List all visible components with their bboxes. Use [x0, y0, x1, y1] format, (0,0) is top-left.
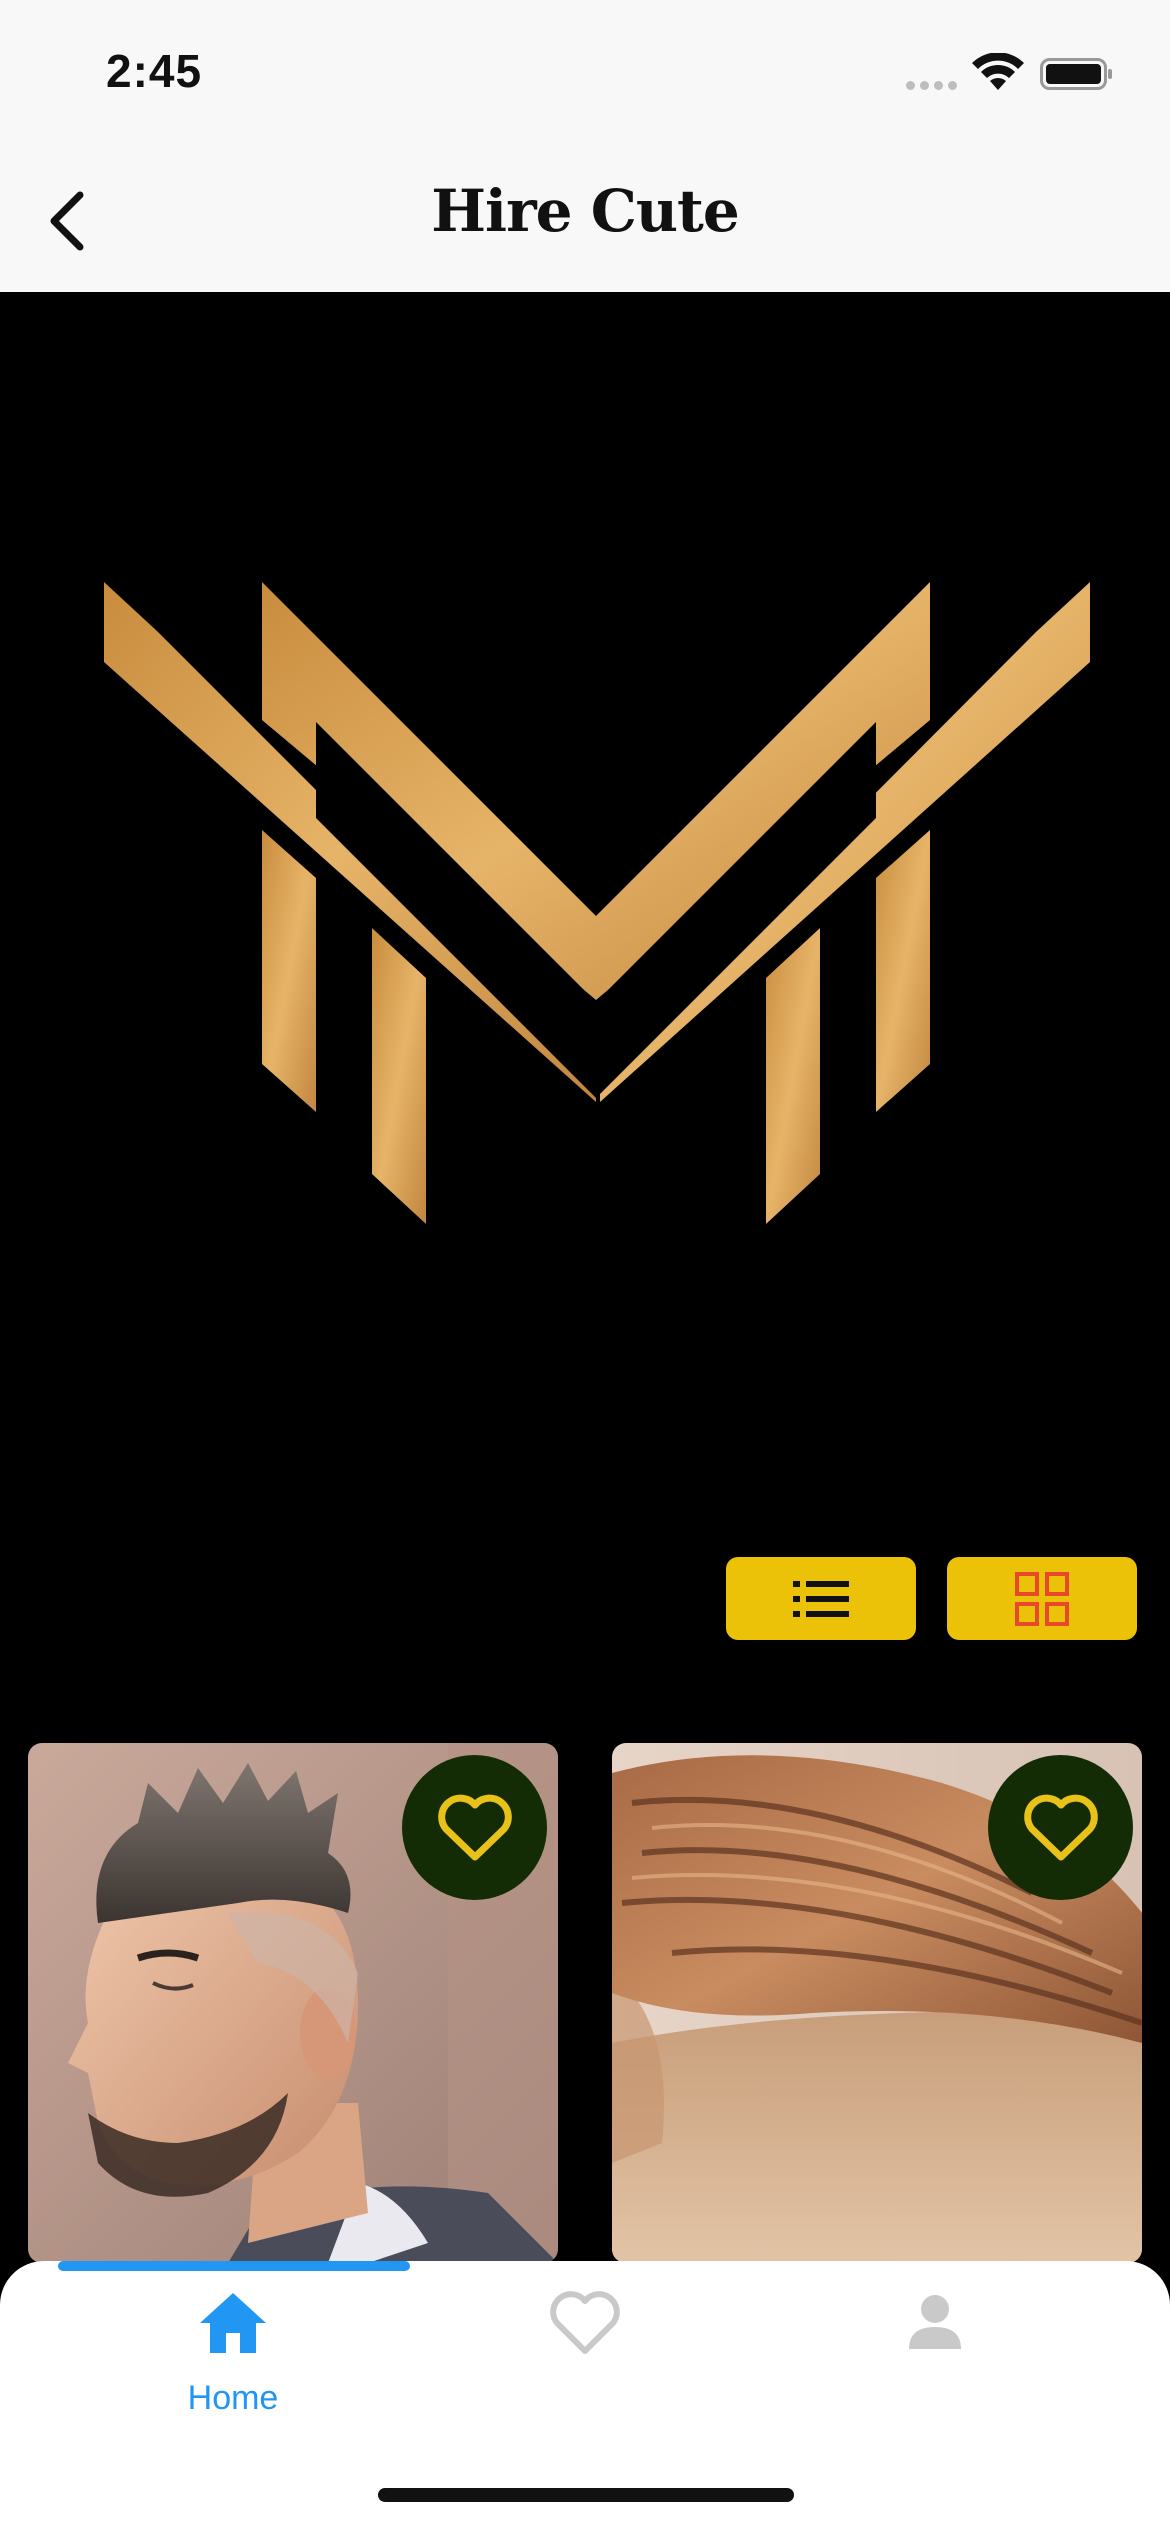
- tab-home-label: Home: [187, 2379, 279, 2417]
- status-bar: 2:45: [0, 0, 1170, 155]
- favorite-button[interactable]: [988, 1755, 1133, 1900]
- page-title: Hire Cute: [431, 177, 740, 245]
- active-tab-indicator: [58, 2261, 410, 2271]
- list-icon: [793, 1580, 849, 1617]
- haircut-card[interactable]: [612, 1743, 1142, 2263]
- tab-profile[interactable]: [815, 2291, 1055, 2421]
- home-indicator: [378, 2488, 794, 2502]
- home-icon: [200, 2293, 266, 2353]
- tab-home[interactable]: Home: [113, 2291, 353, 2421]
- favorite-button[interactable]: [402, 1755, 547, 1900]
- grid-view-button[interactable]: [947, 1557, 1137, 1640]
- haircut-card[interactable]: [28, 1743, 558, 2263]
- status-time: 2:45: [106, 45, 203, 97]
- cellular-signal-icon: [906, 81, 958, 91]
- navigation-header: Hire Cute: [0, 155, 1170, 293]
- heart-outline-icon: [437, 1794, 512, 1860]
- battery-icon: [1040, 58, 1112, 90]
- monogram-logo: [104, 582, 1090, 1224]
- wifi-icon: [972, 53, 1024, 90]
- person-icon: [909, 2295, 961, 2349]
- banner: [0, 292, 1170, 1640]
- tab-favorites[interactable]: [465, 2291, 705, 2421]
- heart-icon: [550, 2291, 620, 2354]
- grid-icon: [1015, 1571, 1069, 1626]
- list-view-button[interactable]: [726, 1557, 916, 1640]
- heart-outline-icon: [1023, 1794, 1098, 1860]
- bottom-tab-bar: Home: [0, 2261, 1170, 2532]
